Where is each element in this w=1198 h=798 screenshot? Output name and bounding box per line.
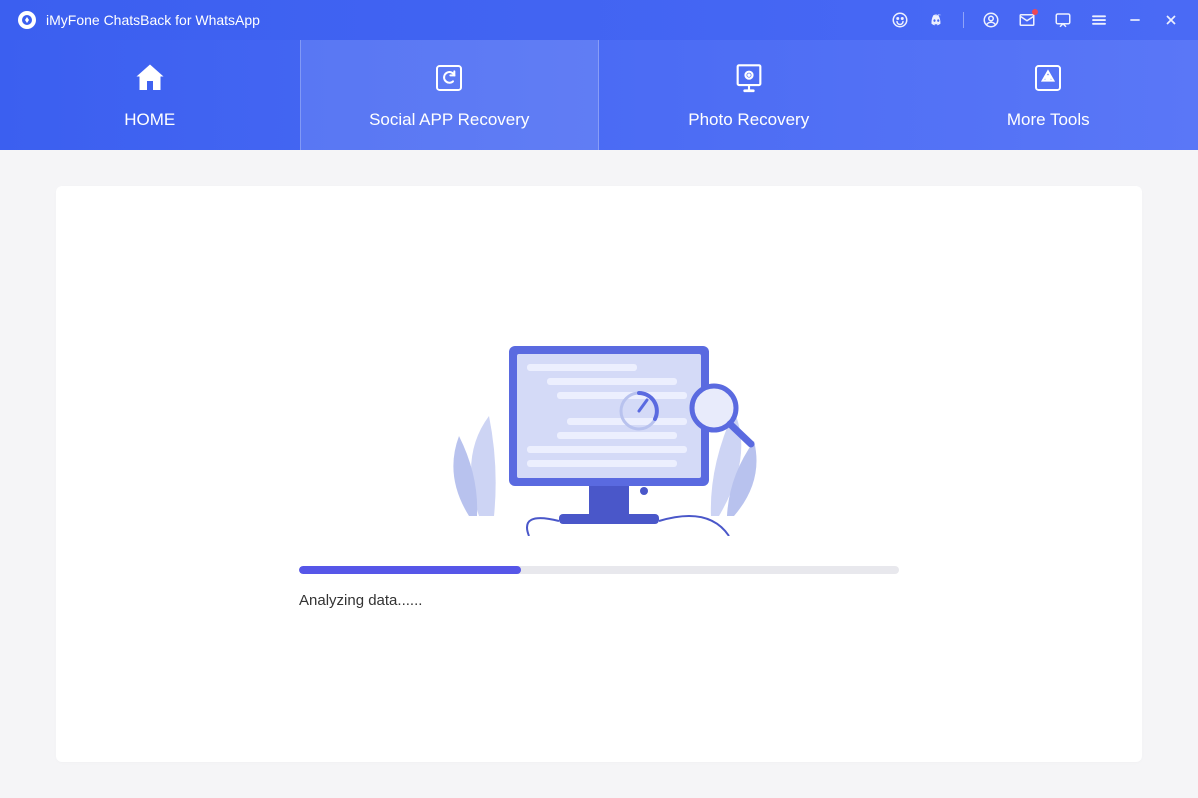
feedback-icon[interactable] bbox=[1054, 11, 1072, 29]
menu-icon[interactable] bbox=[1090, 11, 1108, 29]
close-icon[interactable] bbox=[1162, 11, 1180, 29]
minimize-icon[interactable] bbox=[1126, 11, 1144, 29]
home-icon bbox=[132, 60, 168, 96]
app-title: iMyFone ChatsBack for WhatsApp bbox=[46, 12, 260, 28]
nav-photo-recovery[interactable]: Photo Recovery bbox=[599, 40, 899, 150]
progress-container: Analyzing data...... bbox=[299, 566, 899, 609]
mail-icon[interactable] bbox=[1018, 11, 1036, 29]
title-left: iMyFone ChatsBack for WhatsApp bbox=[18, 11, 260, 29]
tools-icon bbox=[1030, 60, 1066, 96]
nav-home[interactable]: HOME bbox=[0, 40, 300, 150]
refresh-icon bbox=[431, 60, 467, 96]
nav-social-app-recovery[interactable]: Social APP Recovery bbox=[300, 40, 600, 150]
nav-label: HOME bbox=[124, 110, 175, 130]
title-divider bbox=[963, 12, 964, 28]
title-bar: iMyFone ChatsBack for WhatsApp bbox=[0, 0, 1198, 40]
analyzing-card: Analyzing data...... bbox=[56, 186, 1142, 762]
progress-status-text: Analyzing data...... bbox=[299, 592, 899, 609]
nav-label: Social APP Recovery bbox=[369, 110, 529, 130]
nav-more-tools[interactable]: More Tools bbox=[899, 40, 1198, 150]
photo-icon bbox=[731, 60, 767, 96]
headset-icon[interactable] bbox=[891, 11, 909, 29]
main-content: Analyzing data...... bbox=[0, 150, 1198, 798]
nav-label: Photo Recovery bbox=[688, 110, 809, 130]
discord-icon[interactable] bbox=[927, 11, 945, 29]
progress-bar bbox=[299, 566, 899, 574]
nav-label: More Tools bbox=[1007, 110, 1090, 130]
progress-fill bbox=[299, 566, 521, 574]
nav-bar: HOME Social APP Recovery Photo Recovery … bbox=[0, 40, 1198, 150]
title-right-controls bbox=[891, 11, 1180, 29]
analyzing-illustration-icon bbox=[399, 316, 799, 536]
app-logo-icon bbox=[18, 11, 36, 29]
account-icon[interactable] bbox=[982, 11, 1000, 29]
